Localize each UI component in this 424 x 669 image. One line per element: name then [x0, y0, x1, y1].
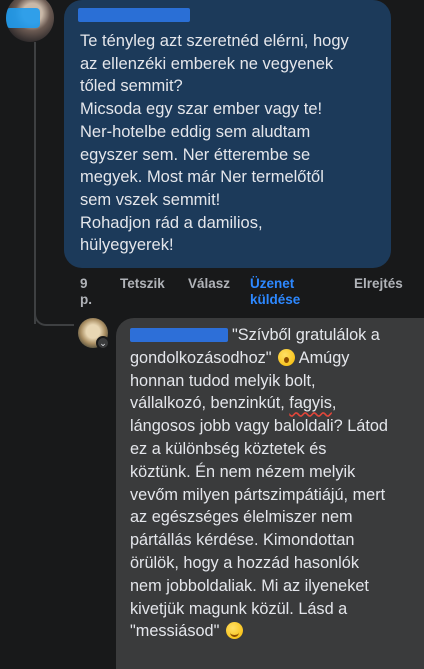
comment-actions: 9 p. Tetszik Válasz Üzenet küldése Elrej…: [80, 276, 410, 310]
thread-connector: [34, 300, 74, 326]
author-name-redacted[interactable]: [130, 328, 228, 342]
author-name-redacted[interactable]: [78, 8, 190, 22]
comment-text: Te tényleg azt szeretnéd elérni, hogy az…: [80, 30, 377, 257]
send-message-label-2: küldése: [250, 292, 301, 307]
reply-line: kivetjük magunk közül. Lásd a: [130, 599, 348, 618]
send-message-button[interactable]: Üzenet küldése: [250, 276, 300, 308]
reply-line: vállalkozó, benzinkút, fagyis,: [130, 392, 416, 415]
comment-thread: Te tényleg azt szeretnéd elérni, hogy az…: [0, 0, 424, 669]
comment-line: Micsoda egy szar ember vagy te!: [80, 100, 323, 119]
timestamp[interactable]: 9 p.: [80, 276, 92, 308]
comment-line: Ner-hotelbe eddig sem aludtam: [80, 122, 311, 141]
timestamp-unit: p.: [80, 292, 92, 307]
reply-line-text: ,: [331, 394, 337, 413]
reply-line-text: "messiásod": [130, 622, 220, 641]
comment-line: Te tényleg azt szeretnéd elérni, hogy: [80, 32, 349, 50]
astonished-face-icon: [278, 348, 296, 366]
spellcheck-word[interactable]: fagyis: [289, 394, 332, 412]
comment-line: megyek. Most már Ner termelőtől: [80, 168, 324, 187]
comment-bubble: Te tényleg azt szeretnéd elérni, hogy az…: [64, 0, 391, 268]
redaction-mark: [6, 8, 40, 28]
reply-line: pártállás kérdése. Kimondottan: [130, 531, 355, 550]
reply-line-text: "Szívből gratulálok a: [232, 326, 380, 344]
reply-line: "messiásod": [130, 620, 416, 643]
reply-line: köztünk. Én nem nézem melyik: [130, 462, 356, 481]
reply-line: gondolkozásodhoz" Amúgy: [130, 347, 416, 370]
comment-line: sem vszek semmit!: [80, 190, 221, 209]
like-button[interactable]: Tetszik: [120, 276, 165, 292]
chevron-down-icon[interactable]: ⌄: [96, 336, 110, 350]
reply-button[interactable]: Válasz: [188, 276, 230, 292]
winking-face-icon: [225, 622, 243, 640]
comment-line: az ellenzéki emberek ne vegyenek: [80, 54, 334, 73]
reply-line: örülök, hogy a hozzád hasonlók: [130, 553, 359, 572]
comment-line: tőled semmit?: [80, 77, 183, 96]
reply-line: nem jobboldaliak. Mi az ilyeneket: [130, 576, 369, 595]
reply-text: "Szívből gratulálok a gondolkozásodhoz" …: [130, 324, 416, 643]
reply-line: honnan tudod melyik bolt,: [130, 371, 316, 390]
reply-line: vevőm milyen pártszimpátiájú, mert: [130, 485, 386, 504]
reply-line-text: Amúgy: [298, 348, 350, 367]
reply-bubble: "Szívből gratulálok a gondolkozásodhoz" …: [116, 318, 424, 669]
reply-line: lángosos jobb vagy baloldali? Látod: [130, 417, 388, 436]
send-message-label-1: Üzenet: [250, 276, 295, 291]
comment-line: egyszer sem. Ner étterembe se: [80, 145, 311, 164]
thread-line: [34, 42, 36, 324]
reply-line-text: gondolkozásodhoz": [130, 348, 272, 367]
reply-line: az egészséges élelmiszer nem: [130, 508, 353, 527]
reply-line: ez a különbség köztetek és: [130, 439, 327, 458]
comment-line: Rohadjon rád a damilios,: [80, 213, 263, 232]
avatar[interactable]: [6, 0, 54, 42]
comment-line: hülyegyerek!: [80, 236, 174, 255]
hide-button[interactable]: Elrejtés: [354, 276, 403, 292]
timestamp-value: 9: [80, 276, 88, 291]
reply-line-text: vállalkozó, benzinkút,: [130, 394, 290, 413]
